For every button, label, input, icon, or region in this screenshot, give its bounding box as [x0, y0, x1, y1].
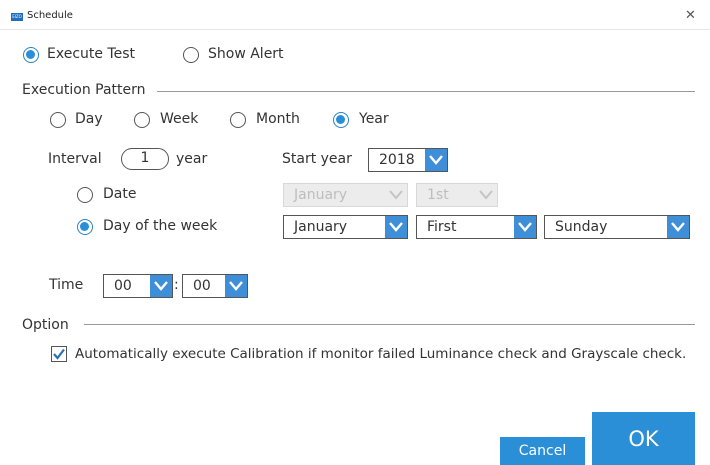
pattern-week-label: Week — [160, 111, 199, 127]
dow-day-value: Sunday — [555, 219, 608, 235]
execution-pattern-divider — [157, 91, 695, 92]
dow-day-select[interactable]: Sunday — [544, 215, 690, 239]
pattern-day-label: Day — [75, 111, 103, 127]
chevron-down-icon[interactable] — [150, 275, 172, 297]
chevron-down-icon[interactable] — [425, 149, 447, 171]
interval-unit-label: year — [176, 151, 208, 167]
pattern-year-label: Year — [359, 111, 389, 127]
start-year-label: Start year — [282, 151, 352, 167]
time-separator: : — [174, 277, 179, 293]
close-icon[interactable]: ✕ — [685, 8, 696, 23]
pattern-month-label: Month — [256, 111, 300, 127]
chevron-down-icon[interactable] — [385, 216, 407, 238]
auto-calibration-label: Automatically execute Calibration if mon… — [75, 346, 687, 362]
chevron-down-icon[interactable] — [514, 216, 536, 238]
date-radio[interactable] — [77, 187, 93, 203]
date-day-value: 1st — [427, 187, 449, 203]
time-hour-select[interactable]: 00 — [103, 274, 173, 298]
chevron-down-icon[interactable] — [475, 184, 497, 206]
ok-button[interactable]: OK — [592, 412, 695, 465]
window-title: Schedule — [27, 10, 73, 21]
dow-ordinal-value: First — [427, 219, 457, 235]
chevron-down-icon[interactable] — [225, 275, 247, 297]
dow-ordinal-select[interactable]: First — [416, 215, 537, 239]
chevron-down-icon[interactable] — [667, 216, 689, 238]
title-bar: EIZO Schedule ✕ — [0, 0, 710, 30]
date-month-value: January — [294, 187, 348, 203]
date-month-select[interactable]: January — [283, 183, 408, 207]
interval-label: Interval — [48, 151, 102, 167]
start-year-select[interactable]: 2018 — [368, 148, 448, 172]
interval-input[interactable]: 1 — [121, 148, 169, 170]
execute-test-label: Execute Test — [47, 46, 136, 62]
time-label: Time — [49, 277, 84, 293]
time-minute-select[interactable]: 00 — [182, 274, 248, 298]
show-alert-radio[interactable] — [183, 47, 199, 63]
time-minute-value: 00 — [193, 278, 211, 294]
show-alert-label: Show Alert — [208, 46, 284, 62]
app-icon: EIZO — [11, 13, 23, 21]
dow-month-value: January — [294, 219, 348, 235]
date-day-select[interactable]: 1st — [416, 183, 498, 207]
day-of-week-radio[interactable] — [77, 219, 93, 235]
auto-calibration-checkbox[interactable] — [51, 346, 67, 362]
execute-test-radio[interactable] — [23, 47, 39, 63]
pattern-month-radio[interactable] — [230, 112, 246, 128]
chevron-down-icon[interactable] — [385, 184, 407, 206]
pattern-year-radio[interactable] — [333, 112, 349, 128]
dow-month-select[interactable]: January — [283, 215, 408, 239]
option-divider — [84, 324, 695, 325]
cancel-button[interactable]: Cancel — [500, 437, 585, 465]
execution-pattern-section-label: Execution Pattern — [22, 82, 146, 98]
checkmark-icon — [53, 348, 65, 360]
start-year-value: 2018 — [379, 152, 415, 168]
day-of-week-label: Day of the week — [103, 218, 218, 234]
time-hour-value: 00 — [114, 278, 132, 294]
option-section-label: Option — [22, 317, 69, 333]
pattern-day-radio[interactable] — [50, 112, 66, 128]
pattern-week-radio[interactable] — [134, 112, 150, 128]
date-label: Date — [103, 186, 137, 202]
